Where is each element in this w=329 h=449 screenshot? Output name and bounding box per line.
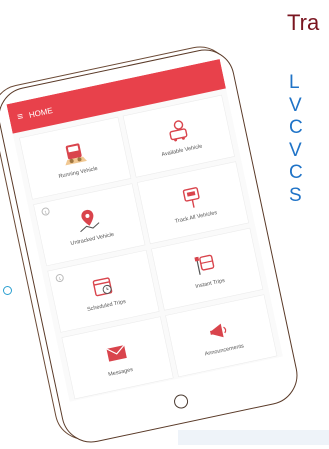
bus-sign-icon — [182, 186, 200, 208]
tile-label: Instant Trips — [194, 277, 226, 290]
menu-grid: Running Vehicle Available Vehicle 1 Untr… — [13, 88, 283, 401]
bus-icon — [65, 142, 87, 165]
feature-list-item: C — [289, 162, 303, 183]
envelope-icon — [106, 344, 127, 362]
tile-announcements[interactable]: Announcements — [165, 295, 277, 377]
bus-stop-icon — [194, 254, 215, 275]
tile-badge: 1 — [40, 206, 51, 217]
section-heading: Tra — [287, 10, 320, 35]
tile-messages[interactable]: Messages — [62, 317, 173, 399]
feature-list-item: S — [289, 184, 302, 206]
tile-label: Untracked Vehicle — [70, 231, 115, 247]
feature-list-item: V — [289, 94, 302, 116]
tile-label: Running Vehicle — [58, 165, 99, 180]
feature-list: L V C V C S — [289, 72, 303, 207]
megaphone-icon — [209, 323, 227, 337]
decorative-circle — [3, 286, 12, 295]
phone-screen: ≡ HOME Running Vehicle Available Vehicle… — [6, 59, 283, 402]
page: Tra L V C V C S ≡ HOME Running Vehicle A… — [0, 0, 329, 448]
home-button[interactable] — [172, 393, 190, 410]
tile-label: Messages — [107, 366, 134, 378]
feature-list-item: V — [289, 139, 302, 161]
bottom-strip — [178, 430, 329, 445]
feature-list-item: C — [289, 117, 303, 138]
tile-label: Announcements — [204, 342, 245, 357]
feature-list-item: L — [289, 72, 300, 93]
bus-pin-icon — [169, 119, 188, 141]
menu-icon[interactable]: ≡ — [16, 111, 24, 123]
calendar-icon — [92, 276, 113, 296]
tile-badge: 1 — [54, 273, 65, 283]
location-pin-icon — [80, 209, 100, 232]
topbar-title: HOME — [28, 105, 54, 120]
phone-frame: ≡ HOME Running Vehicle Available Vehicle… — [0, 44, 304, 448]
tile-label: Scheduled Trips — [86, 298, 127, 313]
phone-mockup: ≡ HOME Running Vehicle Available Vehicle… — [0, 40, 304, 448]
